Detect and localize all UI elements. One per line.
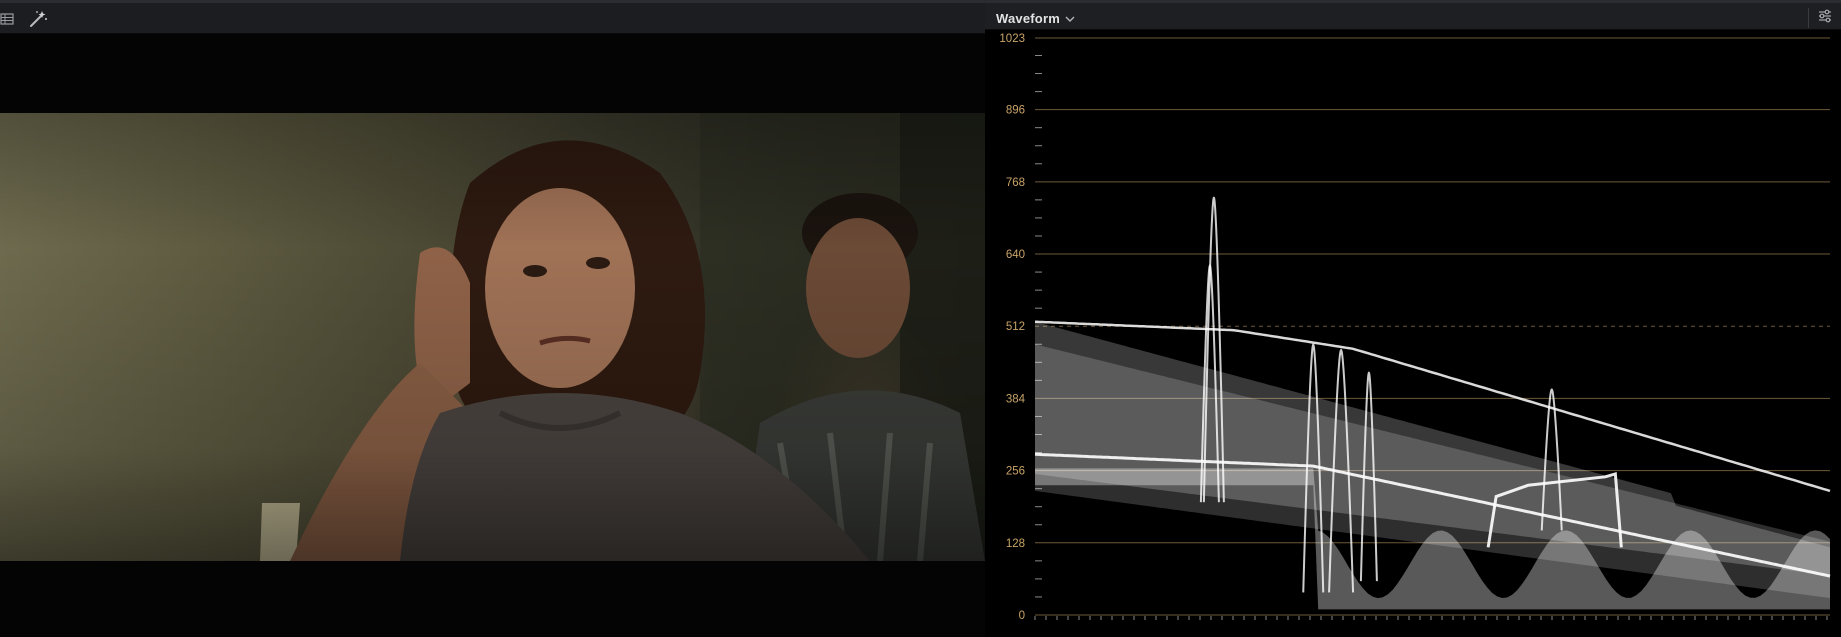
vignette-overlay — [0, 113, 985, 561]
viewer-toolbar — [0, 0, 985, 34]
scale-label-1023: 1023 — [999, 33, 1025, 45]
waveform-graph: 1023 896 768 640 512 384 256 128 0 — [999, 33, 1831, 622]
scale-label-768: 768 — [1006, 177, 1025, 189]
video-frame[interactable] — [0, 113, 985, 561]
magic-wand-icon[interactable] — [27, 9, 49, 29]
waveform-scale-labels: 1023 896 768 640 512 384 256 128 0 — [999, 33, 1025, 622]
waveform-bottom-ticks — [1034, 616, 1828, 620]
viewer-layout-icon[interactable] — [0, 9, 18, 29]
waveform-trace — [1034, 196, 1831, 610]
scope-settings-button[interactable] — [1808, 8, 1833, 28]
scope-title: Waveform — [996, 10, 1060, 26]
chevron-down-icon — [1065, 10, 1075, 28]
scale-label-384: 384 — [1006, 393, 1026, 405]
scale-label-896: 896 — [1006, 105, 1025, 117]
scope-header: Waveform — [985, 0, 1841, 30]
scope-panel: Waveform 102389676864051238425612 — [985, 0, 1841, 637]
scale-label-640: 640 — [1006, 249, 1025, 261]
sliders-icon — [1817, 9, 1833, 28]
scale-label-512: 512 — [1006, 321, 1025, 333]
scale-label-256: 256 — [1006, 466, 1025, 478]
viewer-panel — [0, 0, 985, 637]
scope-type-dropdown[interactable]: Waveform — [996, 8, 1075, 28]
scale-label-0: 0 — [1019, 610, 1025, 622]
scale-label-128: 128 — [1006, 538, 1025, 550]
